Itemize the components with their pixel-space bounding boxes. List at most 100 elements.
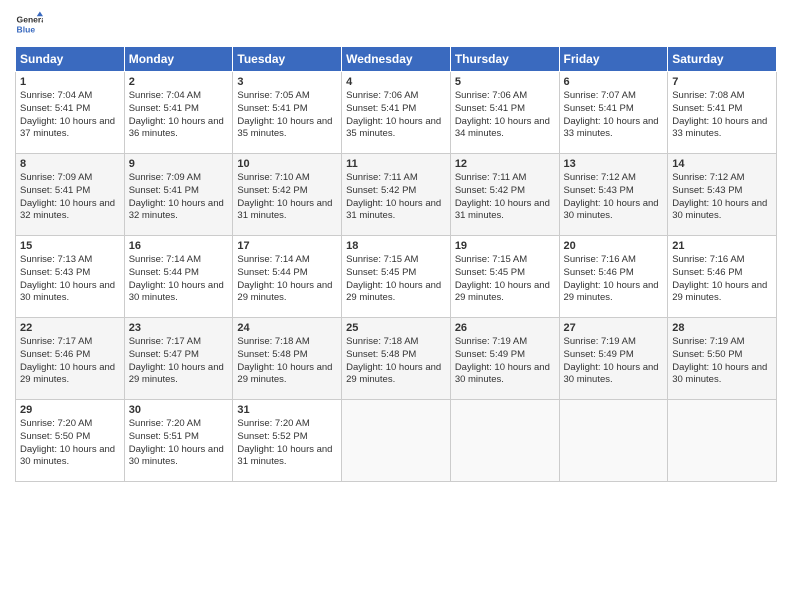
day-info: Sunrise: 7:15 AMSunset: 5:45 PMDaylight:…	[455, 254, 555, 305]
day-number: 9	[129, 158, 229, 170]
day-cell: 21Sunrise: 7:16 AMSunset: 5:46 PMDayligh…	[668, 236, 777, 318]
day-cell: 25Sunrise: 7:18 AMSunset: 5:48 PMDayligh…	[342, 318, 451, 400]
day-cell: 20 Sunrise: 7:16 AMSunset: 5:46 PMDayligh…	[559, 236, 668, 318]
header-row: SundayMondayTuesdayWednesdayThursdayFrid…	[16, 47, 777, 72]
day-number: 11	[346, 158, 446, 170]
day-cell	[668, 400, 777, 482]
day-number: 29	[20, 404, 120, 416]
day-cell: 30 Sunrise: 7:20 AMSunset: 5:51 PMDayligh…	[124, 400, 233, 482]
day-cell	[450, 400, 559, 482]
header-day-sunday: Sunday	[16, 47, 125, 72]
day-cell: 18 Sunrise: 7:15 AMSunset: 5:45 PMDayligh…	[342, 236, 451, 318]
header-day-monday: Monday	[124, 47, 233, 72]
day-number: 24	[237, 322, 337, 334]
week-row-5: 29 Sunrise: 7:20 AMSunset: 5:50 PMDayligh…	[16, 400, 777, 482]
day-info: Sunrise: 7:04 AMSunset: 5:41 PMDaylight:…	[20, 90, 120, 141]
day-info: Sunrise: 7:16 AMSunset: 5:46 PMDaylight:…	[564, 254, 664, 305]
day-info: Sunrise: 7:10 AMSunset: 5:42 PMDaylight:…	[237, 172, 337, 223]
day-cell: 19 Sunrise: 7:15 AMSunset: 5:45 PMDayligh…	[450, 236, 559, 318]
logo-icon: General Blue	[15, 10, 43, 38]
day-cell: 4Sunrise: 7:06 AMSunset: 5:41 PMDaylight…	[342, 72, 451, 154]
day-info: Sunrise: 7:20 AMSunset: 5:50 PMDaylight:…	[20, 418, 120, 469]
day-cell: 26Sunrise: 7:19 AMSunset: 5:49 PMDayligh…	[450, 318, 559, 400]
week-row-2: 8Sunrise: 7:09 AMSunset: 5:41 PMDaylight…	[16, 154, 777, 236]
day-cell: 5 Sunrise: 7:06 AMSunset: 5:41 PMDaylight…	[450, 72, 559, 154]
day-info: Sunrise: 7:18 AMSunset: 5:48 PMDaylight:…	[237, 336, 337, 387]
header-day-thursday: Thursday	[450, 47, 559, 72]
day-cell: 9Sunrise: 7:09 AMSunset: 5:41 PMDaylight…	[124, 154, 233, 236]
week-row-1: 1Sunrise: 7:04 AMSunset: 5:41 PMDaylight…	[16, 72, 777, 154]
day-cell: 10 Sunrise: 7:10 AMSunset: 5:42 PMDayligh…	[233, 154, 342, 236]
day-cell: 7Sunrise: 7:08 AMSunset: 5:41 PMDaylight…	[668, 72, 777, 154]
day-cell	[342, 400, 451, 482]
day-cell: 12 Sunrise: 7:11 AMSunset: 5:42 PMDayligh…	[450, 154, 559, 236]
day-info: Sunrise: 7:04 AMSunset: 5:41 PMDaylight:…	[129, 90, 229, 141]
header-day-friday: Friday	[559, 47, 668, 72]
day-number: 30	[129, 404, 229, 416]
day-info: Sunrise: 7:19 AMSunset: 5:50 PMDaylight:…	[672, 336, 772, 387]
calendar-body: 1Sunrise: 7:04 AMSunset: 5:41 PMDaylight…	[16, 72, 777, 482]
day-info: Sunrise: 7:11 AMSunset: 5:42 PMDaylight:…	[346, 172, 446, 223]
day-number: 14	[672, 158, 772, 170]
day-cell: 13Sunrise: 7:12 AMSunset: 5:43 PMDayligh…	[559, 154, 668, 236]
day-info: Sunrise: 7:12 AMSunset: 5:43 PMDaylight:…	[672, 172, 772, 223]
calendar-table: SundayMondayTuesdayWednesdayThursdayFrid…	[15, 46, 777, 482]
day-cell: 6 Sunrise: 7:07 AMSunset: 5:41 PMDaylight…	[559, 72, 668, 154]
day-number: 8	[20, 158, 120, 170]
day-number: 10	[237, 158, 337, 170]
day-info: Sunrise: 7:12 AMSunset: 5:43 PMDaylight:…	[564, 172, 664, 223]
week-row-3: 15 Sunrise: 7:13 AMSunset: 5:43 PMDayligh…	[16, 236, 777, 318]
logo: General Blue	[15, 10, 43, 38]
day-number: 19	[455, 240, 555, 252]
day-number: 31	[237, 404, 337, 416]
day-cell	[559, 400, 668, 482]
day-info: Sunrise: 7:07 AMSunset: 5:41 PMDaylight:…	[564, 90, 664, 141]
day-cell: 2 Sunrise: 7:04 AMSunset: 5:41 PMDaylight…	[124, 72, 233, 154]
day-number: 6	[564, 76, 664, 88]
day-number: 20	[564, 240, 664, 252]
day-info: Sunrise: 7:14 AMSunset: 5:44 PMDaylight:…	[129, 254, 229, 305]
day-info: Sunrise: 7:05 AMSunset: 5:41 PMDaylight:…	[237, 90, 337, 141]
day-info: Sunrise: 7:20 AMSunset: 5:52 PMDaylight:…	[237, 418, 337, 469]
day-cell: 3Sunrise: 7:05 AMSunset: 5:41 PMDaylight…	[233, 72, 342, 154]
day-cell: 17 Sunrise: 7:14 AMSunset: 5:44 PMDayligh…	[233, 236, 342, 318]
day-number: 15	[20, 240, 120, 252]
day-number: 17	[237, 240, 337, 252]
day-info: Sunrise: 7:15 AMSunset: 5:45 PMDaylight:…	[346, 254, 446, 305]
header-day-wednesday: Wednesday	[342, 47, 451, 72]
day-cell: 11 Sunrise: 7:11 AMSunset: 5:42 PMDayligh…	[342, 154, 451, 236]
day-cell: 16 Sunrise: 7:14 AMSunset: 5:44 PMDayligh…	[124, 236, 233, 318]
week-row-4: 22 Sunrise: 7:17 AMSunset: 5:46 PMDayligh…	[16, 318, 777, 400]
day-number: 12	[455, 158, 555, 170]
day-info: Sunrise: 7:06 AMSunset: 5:41 PMDaylight:…	[455, 90, 555, 141]
day-info: Sunrise: 7:13 AMSunset: 5:43 PMDaylight:…	[20, 254, 120, 305]
day-info: Sunrise: 7:16 AMSunset: 5:46 PMDaylight:…	[672, 254, 772, 305]
day-number: 16	[129, 240, 229, 252]
page: General Blue SundayMondayTuesdayWednesda…	[0, 0, 792, 612]
day-number: 5	[455, 76, 555, 88]
day-cell: 28Sunrise: 7:19 AMSunset: 5:50 PMDayligh…	[668, 318, 777, 400]
day-cell: 24 Sunrise: 7:18 AMSunset: 5:48 PMDayligh…	[233, 318, 342, 400]
day-info: Sunrise: 7:14 AMSunset: 5:44 PMDaylight:…	[237, 254, 337, 305]
day-cell: 29 Sunrise: 7:20 AMSunset: 5:50 PMDayligh…	[16, 400, 125, 482]
day-cell: 23 Sunrise: 7:17 AMSunset: 5:47 PMDayligh…	[124, 318, 233, 400]
day-number: 2	[129, 76, 229, 88]
header: General Blue	[15, 10, 777, 38]
day-info: Sunrise: 7:18 AMSunset: 5:48 PMDaylight:…	[346, 336, 446, 387]
day-info: Sunrise: 7:19 AMSunset: 5:49 PMDaylight:…	[564, 336, 664, 387]
day-cell: 31 Sunrise: 7:20 AMSunset: 5:52 PMDayligh…	[233, 400, 342, 482]
day-number: 22	[20, 322, 120, 334]
day-info: Sunrise: 7:19 AMSunset: 5:49 PMDaylight:…	[455, 336, 555, 387]
header-day-saturday: Saturday	[668, 47, 777, 72]
day-number: 27	[564, 322, 664, 334]
day-info: Sunrise: 7:17 AMSunset: 5:47 PMDaylight:…	[129, 336, 229, 387]
day-number: 4	[346, 76, 446, 88]
day-number: 23	[129, 322, 229, 334]
day-info: Sunrise: 7:08 AMSunset: 5:41 PMDaylight:…	[672, 90, 772, 141]
day-info: Sunrise: 7:20 AMSunset: 5:51 PMDaylight:…	[129, 418, 229, 469]
day-number: 18	[346, 240, 446, 252]
day-cell: 27 Sunrise: 7:19 AMSunset: 5:49 PMDayligh…	[559, 318, 668, 400]
day-info: Sunrise: 7:11 AMSunset: 5:42 PMDaylight:…	[455, 172, 555, 223]
day-cell: 14 Sunrise: 7:12 AMSunset: 5:43 PMDayligh…	[668, 154, 777, 236]
day-info: Sunrise: 7:17 AMSunset: 5:46 PMDaylight:…	[20, 336, 120, 387]
